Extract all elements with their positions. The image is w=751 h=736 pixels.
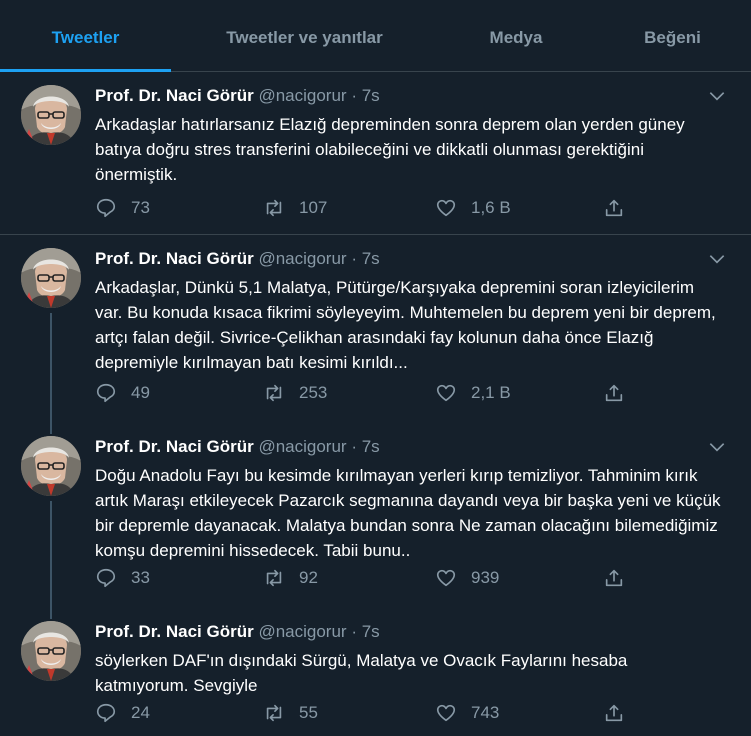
retweet-icon	[266, 569, 282, 587]
like-button[interactable]: 939	[435, 566, 499, 590]
share-button[interactable]	[603, 381, 625, 405]
reply-count: 49	[131, 383, 150, 402]
chevron-down-icon[interactable]	[707, 86, 727, 106]
tweet-actions: 49 253 2,1 B	[95, 381, 635, 405]
tab-media[interactable]: Medya	[438, 0, 594, 71]
thread-line	[50, 501, 52, 608]
tweet-item[interactable]: Prof. Dr. Naci Görür @nacigorur · 7s Ark…	[0, 235, 751, 423]
separator-dot: ·	[351, 622, 357, 641]
reply-icon	[96, 198, 116, 218]
reply-button[interactable]: 33	[95, 566, 150, 590]
profile-tabs: Tweetler Tweetler ve yanıtlar Medya Beğe…	[0, 0, 751, 72]
retweet-button[interactable]: 55	[263, 701, 318, 725]
like-count: 2,1 B	[471, 383, 511, 402]
like-count: 939	[471, 568, 500, 587]
share-button[interactable]	[603, 566, 625, 590]
author-name[interactable]: Prof. Dr. Naci Görür	[95, 86, 254, 105]
retweet-count: 107	[299, 198, 328, 217]
reply-count: 73	[131, 198, 150, 217]
thread-line	[50, 608, 52, 619]
share-icon	[605, 704, 623, 722]
tweet-time[interactable]: 7s	[362, 249, 380, 268]
tab-tweets-and-replies[interactable]: Tweetler ve yanıtlar	[171, 0, 438, 71]
avatar[interactable]	[21, 248, 81, 308]
separator-dot: ·	[351, 249, 357, 268]
tweet-item[interactable]: Prof. Dr. Naci Görür @nacigorur · 7s söy…	[0, 608, 751, 736]
tab-likes[interactable]: Beğeni	[594, 0, 751, 71]
heart-icon	[436, 569, 456, 587]
tab-tweets[interactable]: Tweetler	[0, 0, 171, 72]
retweet-icon	[266, 199, 282, 217]
chevron-down-icon[interactable]	[707, 249, 727, 269]
like-count: 743	[471, 703, 500, 722]
tweet-time[interactable]: 7s	[362, 622, 380, 641]
reply-button[interactable]: 24	[95, 701, 150, 725]
heart-icon	[436, 704, 456, 722]
tweet-item[interactable]: Prof. Dr. Naci Görür @nacigorur · 7s Ark…	[0, 72, 751, 235]
share-icon	[605, 199, 623, 217]
author-handle[interactable]: @nacigorur	[258, 86, 346, 105]
tweet-actions: 24 55 743	[95, 701, 635, 725]
reply-count: 33	[131, 568, 150, 587]
chevron-down-icon[interactable]	[707, 437, 727, 457]
heart-icon	[436, 384, 456, 402]
retweet-icon	[266, 704, 282, 722]
reply-icon	[96, 383, 116, 403]
thread-line	[50, 423, 52, 434]
reply-icon	[96, 568, 116, 588]
tweet-actions: 73 107 1,6 B	[95, 196, 635, 220]
tweet-header: Prof. Dr. Naci Görür @nacigorur · 7s	[95, 249, 380, 269]
reply-count: 24	[131, 703, 150, 722]
author-name[interactable]: Prof. Dr. Naci Görür	[95, 622, 254, 641]
like-button[interactable]: 743	[435, 701, 499, 725]
share-icon	[605, 384, 623, 402]
share-icon	[605, 569, 623, 587]
heart-icon	[436, 199, 456, 217]
avatar[interactable]	[21, 621, 81, 681]
tweet-header: Prof. Dr. Naci Görür @nacigorur · 7s	[95, 86, 380, 106]
like-count: 1,6 B	[471, 198, 511, 217]
tweet-time[interactable]: 7s	[362, 437, 380, 456]
avatar[interactable]	[21, 436, 81, 496]
author-name[interactable]: Prof. Dr. Naci Görür	[95, 437, 254, 456]
like-button[interactable]: 2,1 B	[435, 381, 511, 405]
tweet-item[interactable]: Prof. Dr. Naci Görür @nacigorur · 7s Doğ…	[0, 423, 751, 608]
share-button[interactable]	[603, 196, 625, 220]
separator-dot: ·	[351, 86, 357, 105]
tweet-actions: 33 92 939	[95, 566, 635, 590]
author-handle[interactable]: @nacigorur	[258, 249, 346, 268]
retweet-count: 253	[299, 383, 328, 402]
author-handle[interactable]: @nacigorur	[258, 437, 346, 456]
reply-button[interactable]: 49	[95, 381, 150, 405]
tweet-header: Prof. Dr. Naci Görür @nacigorur · 7s	[95, 437, 380, 457]
tweet-text: Arkadaşlar, Dünkü 5,1 Malatya, Pütürge/K…	[95, 278, 716, 372]
tweet-text: Doğu Anadolu Fayı bu kesimde kırılmayan …	[95, 466, 721, 560]
retweet-button[interactable]: 92	[263, 566, 318, 590]
retweet-count: 92	[299, 568, 318, 587]
thread-line	[50, 313, 52, 423]
tweet-time[interactable]: 7s	[362, 86, 380, 105]
avatar[interactable]	[21, 85, 81, 145]
retweet-button[interactable]: 107	[263, 196, 327, 220]
retweet-count: 55	[299, 703, 318, 722]
retweet-button[interactable]: 253	[263, 381, 327, 405]
share-button[interactable]	[603, 701, 625, 725]
author-handle[interactable]: @nacigorur	[258, 622, 346, 641]
reply-button[interactable]: 73	[95, 196, 150, 220]
separator-dot: ·	[351, 437, 357, 456]
reply-icon	[96, 703, 116, 723]
tweet-text: Arkadaşlar hatırlarsanız Elazığ depremin…	[95, 115, 685, 184]
tweet-header: Prof. Dr. Naci Görür @nacigorur · 7s	[95, 622, 380, 642]
tweet-text: söylerken DAF'ın dışındaki Sürgü, Malaty…	[95, 651, 628, 695]
like-button[interactable]: 1,6 B	[435, 196, 511, 220]
retweet-icon	[266, 384, 282, 402]
author-name[interactable]: Prof. Dr. Naci Görür	[95, 249, 254, 268]
